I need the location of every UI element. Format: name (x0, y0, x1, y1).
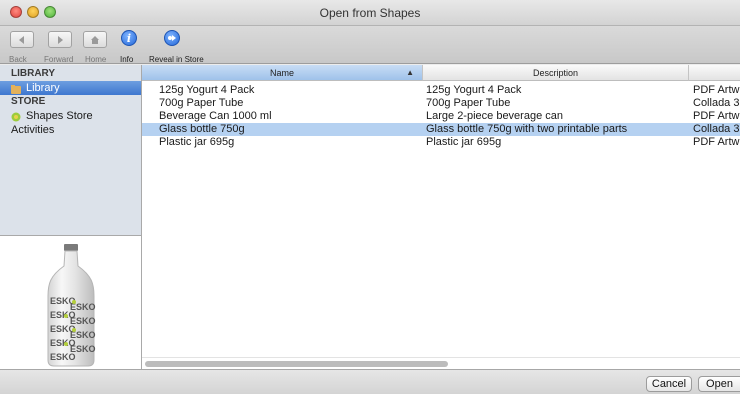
cell-name: Beverage Can 1000 ml (159, 110, 272, 122)
glass-bottle-preview-icon: ESKO ESKO ESKO ESKO ESKO ESKO ESKO ESKO … (47, 244, 96, 367)
window-title: Open from Shapes (319, 6, 421, 20)
store-icon (11, 112, 21, 121)
sidebar-item-label: Shapes Store (26, 110, 93, 122)
bottom-bar: Cancel Open (0, 369, 740, 394)
scrollbar-thumb[interactable] (145, 361, 448, 367)
sidebar-item-library[interactable]: Library (0, 81, 141, 95)
reveal-icon (168, 35, 176, 41)
bottle-label-text: ESKO (50, 352, 76, 362)
preview-pane: ESKO ESKO ESKO ESKO ESKO ESKO ESKO ESKO … (0, 235, 142, 369)
cell-name: Plastic jar 695g (159, 136, 235, 148)
cell-description: 700g Paper Tube (426, 97, 511, 109)
horizontal-scrollbar[interactable] (142, 357, 740, 369)
forward-button[interactable] (48, 31, 72, 48)
sidebar-item-label: Activities (11, 124, 55, 136)
column-header-description[interactable]: Description (423, 65, 689, 81)
sidebar-item-label: Library (26, 82, 60, 94)
table-row[interactable]: Plastic jar 695g Plastic jar 695g PDF Artw… (142, 136, 740, 149)
folder-icon (11, 84, 21, 94)
back-button[interactable] (10, 31, 34, 48)
cancel-button[interactable]: Cancel (646, 376, 692, 392)
table-row[interactable]: Glass bottle 750g Glass bottle 750g with … (142, 123, 740, 136)
forward-label: Forward (44, 55, 74, 64)
sidebar-header-store: STORE (11, 96, 46, 107)
info-button[interactable]: i (121, 30, 137, 46)
cell-name: 125g Yogurt 4 Pack (159, 84, 255, 96)
sidebar: LIBRARY Library STORE Shapes Store Activ… (0, 65, 142, 235)
table-row[interactable]: 700g Paper Tube 700g Paper Tube Collada 3D (142, 97, 740, 110)
cell-type: Collada 3D (693, 97, 740, 109)
back-label: Back (9, 55, 27, 64)
cell-description: 125g Yogurt 4 Pack (426, 84, 522, 96)
cell-name: 700g Paper Tube (159, 97, 244, 109)
file-table: Name ▲ Description 125g Yogurt 4 Pack 125… (142, 65, 740, 369)
cell-type: Collada 3D (693, 123, 740, 135)
table-row[interactable]: 125g Yogurt 4 Pack 125g Yogurt 4 Pack PDF … (142, 84, 740, 97)
cell-type: PDF Artwor (693, 84, 740, 96)
sidebar-header-library: LIBRARY (11, 68, 56, 79)
cell-name: Glass bottle 750g (159, 123, 245, 135)
column-header-name[interactable]: Name ▲ (142, 65, 423, 81)
title-bar: Open from Shapes (0, 0, 740, 26)
toolbar: Back Forward Home i Info Reveal in Store (0, 26, 740, 64)
table-row[interactable]: Beverage Can 1000 ml Large 2-piece bevera… (142, 110, 740, 123)
cell-description: Large 2-piece beverage can (426, 110, 563, 122)
left-arrow-icon (19, 35, 24, 44)
cell-type: PDF Artwor (693, 110, 740, 122)
home-label: Home (85, 55, 107, 64)
reveal-label: Reveal in Store (149, 55, 204, 64)
reveal-in-store-button[interactable] (164, 30, 180, 46)
home-button[interactable] (83, 31, 107, 48)
column-header-type[interactable] (689, 65, 740, 81)
cell-description: Glass bottle 750g with two printable par… (426, 123, 628, 135)
info-label: Info (120, 55, 134, 64)
info-icon: i (126, 31, 132, 45)
sidebar-item-shapes-store[interactable]: Shapes Store (0, 109, 141, 123)
sort-ascending-icon: ▲ (406, 68, 414, 77)
open-button[interactable]: Open (698, 376, 740, 392)
cell-description: Plastic jar 695g (426, 136, 502, 148)
cell-type: PDF Artwor (693, 136, 740, 148)
sidebar-item-activities[interactable]: Activities (0, 123, 141, 137)
home-icon (91, 35, 99, 44)
right-arrow-icon (58, 35, 63, 44)
